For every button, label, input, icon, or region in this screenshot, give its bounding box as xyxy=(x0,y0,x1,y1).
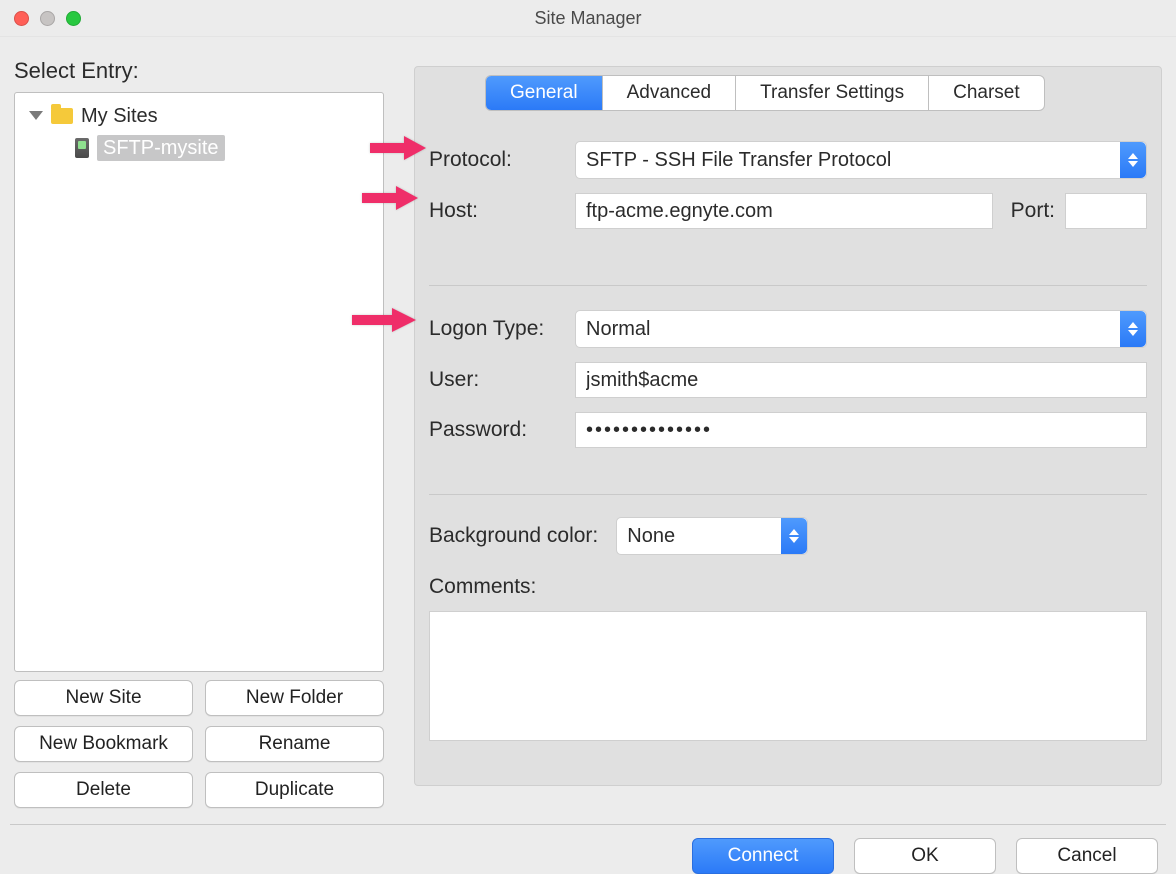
protocol-label: Protocol: xyxy=(429,148,575,172)
disclosure-triangle-icon[interactable] xyxy=(29,111,43,120)
user-label: User: xyxy=(429,368,575,392)
tree-site-label[interactable]: SFTP-mysite xyxy=(97,135,225,161)
protocol-select[interactable]: SFTP - SSH File Transfer Protocol xyxy=(575,141,1147,179)
select-entry-label: Select Entry: xyxy=(14,58,139,84)
protocol-value: SFTP - SSH File Transfer Protocol xyxy=(586,149,891,172)
new-folder-button[interactable]: New Folder xyxy=(205,680,384,716)
entry-buttons: New Site New Folder New Bookmark Rename … xyxy=(14,680,384,818)
tab-transfer-settings[interactable]: Transfer Settings xyxy=(736,76,929,110)
tree-root-label: My Sites xyxy=(81,105,158,128)
tree-root-row[interactable]: My Sites xyxy=(15,101,383,131)
site-tree[interactable]: My Sites SFTP-mysite xyxy=(14,92,384,672)
chevron-up-down-icon xyxy=(1120,142,1146,178)
comments-textarea[interactable] xyxy=(429,611,1147,741)
tab-advanced[interactable]: Advanced xyxy=(603,76,737,110)
cancel-button[interactable]: Cancel xyxy=(1016,838,1158,874)
logon-type-select[interactable]: Normal xyxy=(575,310,1147,348)
new-bookmark-button[interactable]: New Bookmark xyxy=(14,726,193,762)
tree-site-row[interactable]: SFTP-mysite xyxy=(75,133,383,163)
rename-button[interactable]: Rename xyxy=(205,726,384,762)
window-title: Site Manager xyxy=(0,8,1176,29)
new-site-button[interactable]: New Site xyxy=(14,680,193,716)
user-input[interactable] xyxy=(575,362,1147,398)
host-input[interactable] xyxy=(575,193,993,229)
background-color-select[interactable]: None xyxy=(616,517,808,555)
host-label: Host: xyxy=(429,199,575,223)
tab-charset[interactable]: Charset xyxy=(929,76,1044,110)
ok-button[interactable]: OK xyxy=(854,838,996,874)
password-label: Password: xyxy=(429,418,575,442)
comments-label: Comments: xyxy=(429,575,536,599)
tab-general[interactable]: General xyxy=(486,76,603,110)
titlebar: Site Manager xyxy=(0,0,1176,37)
chevron-up-down-icon xyxy=(1120,311,1146,347)
divider xyxy=(429,285,1147,286)
port-label: Port: xyxy=(1011,199,1055,223)
logon-type-label: Logon Type: xyxy=(429,317,575,341)
footer-divider xyxy=(10,824,1166,825)
delete-button[interactable]: Delete xyxy=(14,772,193,808)
background-color-label: Background color: xyxy=(429,524,598,548)
logon-type-value: Normal xyxy=(586,318,650,341)
password-input[interactable] xyxy=(575,412,1147,448)
server-icon xyxy=(75,138,89,158)
folder-icon xyxy=(51,108,73,124)
chevron-up-down-icon xyxy=(781,518,807,554)
duplicate-button[interactable]: Duplicate xyxy=(205,772,384,808)
divider xyxy=(429,494,1147,495)
connect-button[interactable]: Connect xyxy=(692,838,834,874)
background-color-value: None xyxy=(627,525,675,548)
port-input[interactable] xyxy=(1065,193,1147,229)
settings-panel: General Advanced Transfer Settings Chars… xyxy=(414,66,1162,786)
settings-tabbar: General Advanced Transfer Settings Chars… xyxy=(485,75,1045,111)
footer-buttons: Connect OK Cancel xyxy=(692,838,1158,874)
